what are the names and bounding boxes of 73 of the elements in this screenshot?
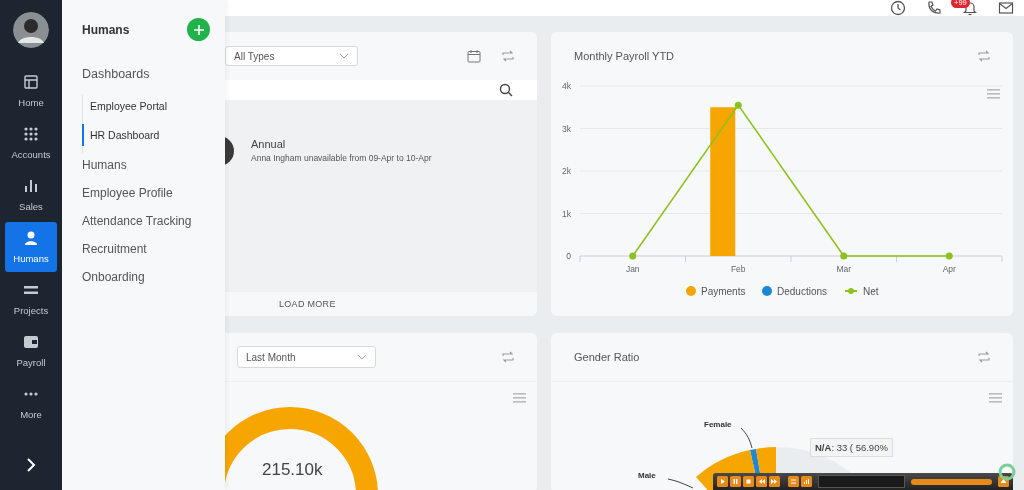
card-title: Monthly Payroll YTD	[574, 50, 675, 62]
y-tick-label: 2k	[562, 166, 571, 176]
fast-forward-icon[interactable]	[769, 476, 780, 487]
repeat-icon[interactable]	[788, 476, 799, 487]
legend-marker	[686, 286, 696, 296]
pie-label: Male	[638, 471, 656, 480]
line-point	[734, 101, 742, 109]
leave-description: Anna Ingham unavailable from 09-Apr to 10-Apr	[251, 153, 432, 163]
grid-icon	[23, 126, 39, 142]
stop-icon[interactable]	[743, 476, 754, 487]
chat-icon[interactable]	[998, 463, 1016, 481]
donut-center-value: 215.10k	[262, 460, 323, 480]
line-point	[945, 252, 953, 260]
menu-item[interactable]: Attendance Tracking	[82, 213, 192, 241]
rail-nav-item[interactable]: Projects	[5, 274, 57, 324]
submenu-item[interactable]: HR Dashboard	[82, 124, 166, 146]
chart-tooltip: N/A: 33 ( 56.90%	[810, 438, 893, 457]
menu-group-label[interactable]: Dashboards	[82, 67, 150, 81]
layout-icon	[23, 74, 39, 90]
pie-label: Female	[704, 420, 732, 429]
legend-label[interactable]: Net	[863, 286, 879, 297]
rail-nav-item[interactable]: Sales	[5, 170, 57, 220]
chevron-down-icon	[339, 53, 349, 59]
submenu-item[interactable]: Employee Portal	[82, 95, 174, 117]
rewind-icon[interactable]	[756, 476, 767, 487]
chevron-down-icon	[357, 354, 367, 360]
rail-nav-item[interactable]: Humans	[5, 222, 57, 272]
rail-nav-item[interactable]: Accounts	[5, 118, 57, 168]
eject-icon[interactable]	[998, 476, 1009, 487]
legend-marker	[844, 288, 858, 294]
chevron-right-icon[interactable]	[25, 458, 37, 472]
y-tick-label: 3k	[562, 123, 571, 134]
legend-marker	[762, 286, 772, 296]
person-icon	[23, 230, 39, 246]
add-button[interactable]	[187, 18, 210, 41]
mail-icon[interactable]	[998, 0, 1014, 16]
x-tick-label: Feb	[730, 264, 746, 274]
calendar-icon[interactable]	[467, 49, 481, 63]
rail-nav-item[interactable]: More	[5, 378, 57, 428]
plus-icon	[193, 24, 204, 35]
period-select[interactable]: Last Month	[237, 346, 376, 368]
clock-icon[interactable]	[890, 0, 906, 16]
y-tick-label: 1k	[562, 208, 571, 219]
line-point	[629, 252, 637, 260]
menu-item[interactable]: Employee Profile	[82, 185, 173, 213]
leader-line	[667, 478, 694, 489]
panel-title: Humans	[82, 22, 130, 37]
user-avatar[interactable]	[13, 12, 49, 48]
y-tick-label: 0	[566, 251, 571, 261]
rail-nav-item[interactable]: Home	[5, 66, 57, 116]
card-title: Gender Ratio	[574, 351, 640, 363]
search-icon[interactable]	[499, 83, 513, 97]
x-tick-label: Mar	[836, 264, 852, 274]
phone-icon[interactable]	[926, 0, 942, 16]
wallet-icon	[23, 334, 39, 350]
progress-track[interactable]	[911, 478, 992, 485]
bar-chart-icon	[23, 178, 39, 194]
type-select[interactable]: All Types	[225, 46, 358, 66]
legend-label[interactable]: Deductions	[777, 286, 828, 297]
leave-type: Annual	[251, 138, 287, 150]
signal-icon[interactable]	[801, 476, 812, 487]
menu-item[interactable]: Onboarding	[82, 269, 145, 297]
menu-item[interactable]: Recruitment	[82, 241, 147, 269]
leader-line	[740, 427, 753, 449]
legend-label[interactable]: Payments	[701, 286, 746, 297]
play-icon[interactable]	[717, 476, 728, 487]
rail-nav-item[interactable]: Payroll	[5, 326, 57, 376]
x-tick-label: Apr	[942, 264, 956, 274]
pause-icon[interactable]	[730, 476, 741, 487]
menu-item[interactable]: Humans	[82, 157, 127, 185]
x-tick-label: Jan	[625, 264, 640, 274]
y-tick-label: 4k	[562, 81, 571, 91]
line-point	[840, 252, 848, 260]
